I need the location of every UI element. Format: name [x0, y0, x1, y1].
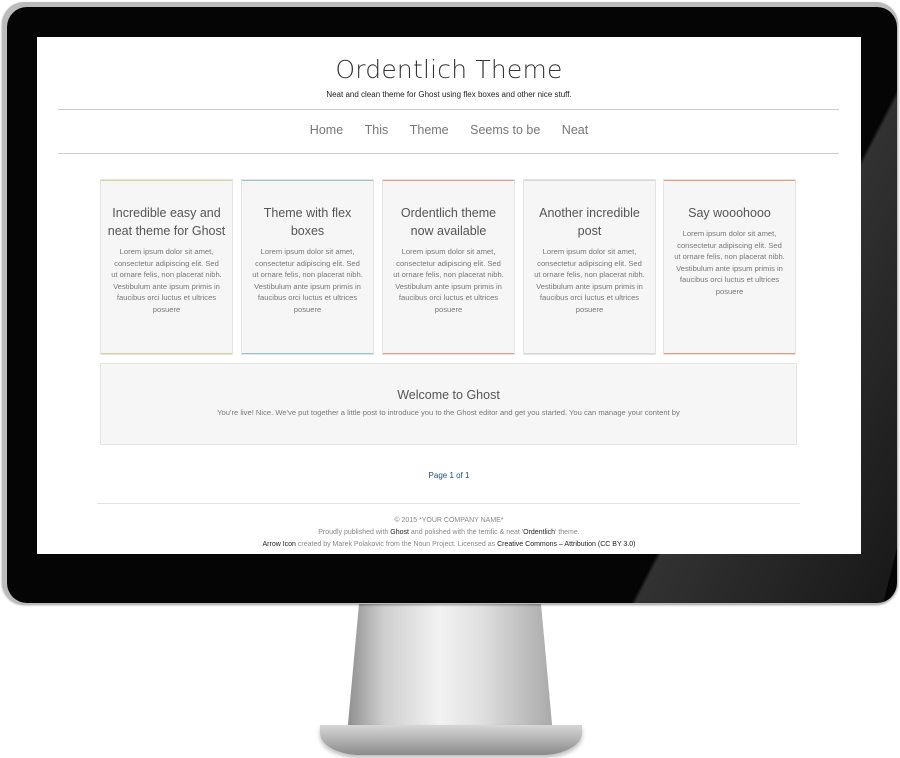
post-excerpt: Lorem ipsum dolor sit amet, consectetur …	[111, 247, 222, 314]
footer-text: created by Marek Polakovic from the Noun…	[297, 541, 496, 548]
card-accent-bottom	[242, 353, 373, 354]
post-excerpt: Lorem ipsum dolor sit amet, consectetur …	[534, 247, 645, 314]
post-excerpt: Lorem ipsum dolor sit amet, consectetur …	[252, 247, 363, 314]
card-accent-bottom	[101, 353, 232, 354]
post-title[interactable]: Incredible easy and neat theme for Ghost	[107, 204, 226, 240]
monitor-stand-neck	[347, 600, 553, 735]
nav-item-neat[interactable]: Neat	[562, 123, 588, 137]
footer-text: ' theme.	[555, 529, 580, 536]
post-excerpt: You're live! Nice. We've put together a …	[217, 408, 680, 417]
nav-item-this[interactable]: This	[365, 123, 389, 137]
post-card[interactable]: Incredible easy and neat theme for Ghost…	[100, 179, 233, 355]
pagination-label: Page 1 of 1	[428, 471, 470, 480]
card-accent-bottom	[664, 353, 795, 354]
card-accent-top	[524, 180, 655, 181]
post-title[interactable]: Say wooohooo	[670, 204, 789, 222]
footer-credits: Proudly published with Ghost and polishe…	[37, 527, 861, 539]
nav-divider	[58, 153, 839, 154]
browser-viewport: Ordentlich Theme Neat and clean theme fo…	[37, 37, 861, 554]
post-card[interactable]: Say wooohooo Lorem ipsum dolor sit amet,…	[663, 179, 796, 355]
post-grid: Incredible easy and neat theme for Ghost…	[100, 179, 797, 357]
nav-item-seems-to-be[interactable]: Seems to be	[470, 123, 540, 137]
main-nav: Home This Theme Seems to be Neat	[37, 123, 861, 137]
ghost-link[interactable]: Ghost	[390, 529, 409, 536]
arrow-icon-link[interactable]: Arrow Icon	[262, 541, 295, 548]
header-divider	[58, 109, 839, 110]
post-excerpt: Lorem ipsum dolor sit amet, consectetur …	[674, 229, 785, 296]
site-footer: © 2015 *YOUR COMPANY NAME* Proudly publi…	[37, 515, 861, 551]
card-accent-bottom	[524, 353, 655, 354]
footer-text: Proudly published with	[318, 529, 389, 536]
footer-license: Arrow Icon created by Marek Polakovic fr…	[37, 539, 861, 551]
post-card[interactable]: Another incredible post Lorem ipsum dolo…	[523, 179, 656, 355]
post-excerpt: Lorem ipsum dolor sit amet, consectetur …	[393, 247, 504, 314]
card-accent-top	[101, 180, 232, 181]
post-title[interactable]: Another incredible post	[530, 204, 649, 240]
welcome-post-card[interactable]: Welcome to Ghost You're live! Nice. We'v…	[100, 363, 797, 445]
post-title[interactable]: Ordentlich theme now available	[389, 204, 508, 240]
card-accent-top	[664, 180, 795, 181]
post-card[interactable]: Theme with flex boxes Lorem ipsum dolor …	[241, 179, 374, 355]
card-accent-top	[242, 180, 373, 181]
nav-item-theme[interactable]: Theme	[410, 123, 449, 137]
ordentlich-link[interactable]: Ordentlich	[523, 529, 555, 536]
site-description: Neat and clean theme for Ghost using fle…	[326, 90, 572, 99]
license-link[interactable]: Creative Commons – Attribution (CC BY 3.…	[497, 541, 635, 548]
nav-item-home[interactable]: Home	[310, 123, 343, 137]
footer-copyright: © 2015 *YOUR COMPANY NAME*	[394, 517, 504, 524]
post-card[interactable]: Ordentlich theme now available Lorem ips…	[382, 179, 515, 355]
post-title[interactable]: Welcome to Ghost	[101, 388, 796, 402]
card-accent-top	[383, 180, 514, 181]
site-title[interactable]: Ordentlich Theme	[37, 55, 861, 84]
footer-text: and polished with the terrific & neat '	[410, 529, 524, 536]
post-title[interactable]: Theme with flex boxes	[248, 204, 367, 240]
card-accent-bottom	[383, 353, 514, 354]
monitor-stand-base	[320, 725, 582, 755]
footer-divider	[97, 503, 800, 504]
